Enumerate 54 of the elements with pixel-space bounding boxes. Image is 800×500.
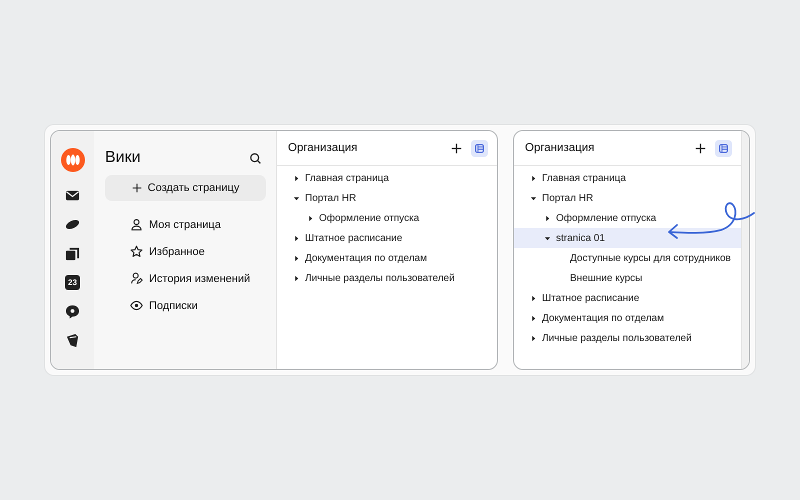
tree-item[interactable]: Документация по отделам (514, 308, 741, 328)
star-icon (130, 245, 143, 258)
sidebar-item[interactable]: Моя страница (105, 211, 265, 238)
person-icon (130, 218, 143, 231)
panel-title: Организация (288, 142, 358, 154)
mail-icon[interactable] (65, 188, 80, 203)
create-page-button[interactable]: Создать страницу (105, 175, 266, 201)
search-icon[interactable] (249, 152, 262, 164)
tree-item[interactable]: Документация по отделам (277, 248, 497, 268)
plus-icon[interactable] (451, 142, 462, 154)
caret-icon[interactable] (293, 274, 300, 282)
chat-icon[interactable] (65, 304, 80, 319)
person-edit-icon (130, 272, 143, 285)
sidebar-item[interactable]: Избранное (105, 238, 265, 265)
sidebar-item[interactable]: История изменений (105, 265, 265, 292)
plus-icon[interactable] (695, 142, 706, 154)
tree-item[interactable]: Личные разделы пользователей (277, 268, 497, 288)
shield-icon[interactable] (65, 333, 80, 348)
caret-icon[interactable] (293, 254, 300, 262)
tree-item[interactable]: Портал HR (514, 188, 741, 208)
disk-icon[interactable] (65, 217, 80, 232)
caret-icon[interactable] (293, 194, 300, 202)
tree-item[interactable]: Портал HR (277, 188, 497, 208)
tree-item[interactable]: Главная страница (277, 168, 497, 188)
squares-icon[interactable] (65, 246, 80, 261)
tree-item[interactable]: Оформление отпуска (277, 208, 497, 228)
tree-item[interactable]: Доступные курсы для сотрудников (514, 248, 741, 268)
tree-view-icon[interactable] (471, 140, 488, 156)
caret-icon[interactable] (544, 234, 551, 242)
caret-icon[interactable] (530, 334, 537, 342)
caret-icon[interactable] (530, 194, 537, 202)
tree-item[interactable]: stranica 01 (514, 228, 741, 248)
tree-item[interactable]: Штатное расписание (277, 228, 497, 248)
tree-item[interactable]: Личные разделы пользователей (514, 328, 741, 348)
caret-icon[interactable] (530, 174, 537, 182)
eye-icon (130, 299, 143, 312)
logo-icon[interactable] (60, 148, 84, 172)
plus-icon (132, 183, 142, 193)
sidebar-title: Вики (105, 149, 141, 167)
caret-icon[interactable] (530, 294, 537, 302)
panel-title: Организация (525, 142, 596, 154)
caret-icon[interactable] (530, 314, 537, 322)
caret-icon[interactable] (293, 234, 300, 242)
calendar-icon[interactable]: 23 (65, 275, 80, 290)
caret-icon[interactable] (544, 214, 551, 222)
tree-view-icon[interactable] (715, 140, 732, 156)
tree-item[interactable]: Штатное расписание (514, 288, 741, 308)
caret-icon[interactable] (307, 214, 314, 222)
caret-icon[interactable] (293, 174, 300, 182)
tree-item[interactable]: Главная страница (514, 168, 741, 188)
tree-item[interactable]: Внешние курсы (514, 268, 741, 288)
tree-item[interactable]: Оформление отпуска (514, 208, 741, 228)
sidebar-item[interactable]: Подписки (105, 292, 265, 319)
scrollbar-track[interactable] (741, 131, 749, 369)
